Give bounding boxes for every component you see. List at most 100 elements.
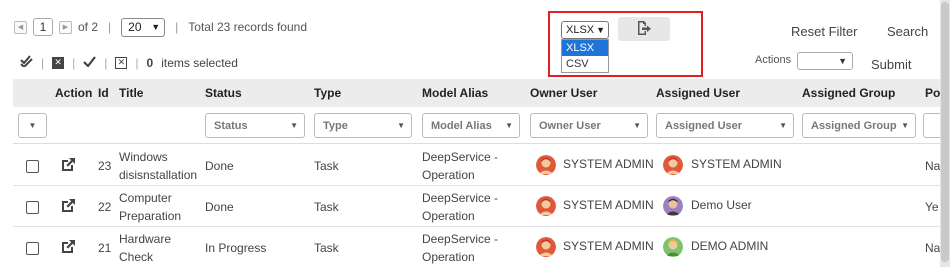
first-page-icon[interactable]: ◀ <box>14 20 27 34</box>
column-header-action[interactable]: Action <box>55 86 92 100</box>
column-header-po[interactable]: Po <box>925 86 940 100</box>
format-option-csv[interactable]: CSV <box>562 56 608 72</box>
chevron-down-icon: ▼ <box>779 121 787 130</box>
row-po: Na <box>925 241 940 255</box>
column-header-type[interactable]: Type <box>314 86 341 100</box>
status-filter[interactable]: Status ▼ <box>205 113 305 138</box>
total-records-label: Total 23 records found <box>188 20 308 34</box>
row-title-line-1: Windows <box>119 150 168 164</box>
pager: ◀ 1 ▶ of 2 | 20 ▼ | Total 23 records fou… <box>14 17 307 37</box>
row-assigned-user: SYSTEM ADMIN <box>691 157 782 171</box>
chevron-down-icon: ▼ <box>505 121 513 130</box>
row-po: Na <box>925 159 940 173</box>
submit-button[interactable]: Submit <box>871 57 911 72</box>
format-option-xlsx[interactable]: XLSX <box>562 40 608 56</box>
owner-user-filter[interactable]: Owner User ▼ <box>530 113 648 138</box>
page-size-value: 20 <box>128 20 142 34</box>
next-page-icon[interactable]: ▶ <box>59 20 72 34</box>
avatar-icon <box>536 237 556 257</box>
po-filter[interactable] <box>923 113 940 138</box>
chevron-down-icon: ▼ <box>633 121 641 130</box>
row-checkbox[interactable] <box>26 201 39 214</box>
row-model-line-1: DeepService - <box>422 150 499 164</box>
column-header-assigned-user[interactable]: Assigned User <box>656 86 740 100</box>
row-checkbox[interactable] <box>26 160 39 173</box>
assigned-user-filter[interactable]: Assigned User ▼ <box>656 113 794 138</box>
row-type: Task <box>314 241 339 255</box>
chevron-down-icon: ▼ <box>596 25 605 35</box>
actions-label: Actions <box>755 54 792 66</box>
clear-selection-icon[interactable]: ✕ <box>115 56 128 69</box>
row-status: Done <box>205 200 234 214</box>
assigned-group-filter-placeholder: Assigned Group <box>811 119 897 132</box>
row-title-line-1: Hardware <box>119 232 172 246</box>
owner-user-filter-placeholder: Owner User <box>539 119 601 132</box>
chevron-down-icon: ▼ <box>28 121 37 130</box>
avatar-icon <box>536 155 556 175</box>
row-owner-user: SYSTEM ADMIN <box>563 198 654 212</box>
export-format-value: XLSX <box>566 24 595 36</box>
divider: | <box>108 20 112 34</box>
check-icon[interactable] <box>83 55 97 70</box>
avatar-icon <box>663 237 683 257</box>
search-button[interactable]: Search <box>887 24 928 39</box>
row-assigned-user: DEMO ADMIN <box>691 239 769 253</box>
divider: | <box>41 55 45 70</box>
avatar-icon <box>663 196 683 216</box>
row-checkbox[interactable] <box>26 242 39 255</box>
external-link-icon[interactable] <box>60 157 76 173</box>
selected-label: items selected <box>161 55 238 70</box>
reset-filter-button[interactable]: Reset Filter <box>791 24 857 39</box>
export-format-select[interactable]: XLSX ▼ <box>561 21 609 39</box>
model-alias-filter[interactable]: Model Alias ▼ <box>422 113 520 138</box>
row-po: Ye <box>925 200 939 214</box>
model-alias-filter-placeholder: Model Alias <box>431 119 492 132</box>
row-title-line-1: Computer <box>119 191 172 205</box>
export-format-dropdown: XLSX CSV <box>561 39 609 73</box>
row-model-line-2: Operation <box>422 209 475 223</box>
page-number-input[interactable]: 1 <box>33 18 53 36</box>
selected-count: 0 <box>146 55 154 70</box>
divider: | <box>175 20 179 34</box>
row-model-line-1: DeepService - <box>422 191 499 205</box>
scrollbar-thumb[interactable] <box>941 2 949 262</box>
row-assigned-user: Demo User <box>691 198 752 212</box>
assigned-group-filter[interactable]: Assigned Group ▼ <box>802 113 916 138</box>
divider: | <box>72 55 76 70</box>
divider: | <box>104 55 108 70</box>
column-header-model-alias[interactable]: Model Alias <box>422 86 488 100</box>
check-all-icon[interactable] <box>20 55 33 70</box>
row-title-line-2: Check <box>119 250 154 264</box>
row-id: 21 <box>98 241 112 255</box>
export-button[interactable] <box>618 17 670 41</box>
type-filter[interactable]: Type ▼ <box>314 113 412 138</box>
assigned-user-filter-placeholder: Assigned User <box>665 119 743 132</box>
chevron-down-icon: ▼ <box>838 56 847 66</box>
column-header-owner-user[interactable]: Owner User <box>530 86 597 100</box>
external-link-icon[interactable] <box>60 198 76 214</box>
page-size-select[interactable]: 20 ▼ <box>121 17 166 37</box>
column-header-status[interactable]: Status <box>205 86 242 100</box>
external-link-icon[interactable] <box>60 239 76 255</box>
selection-toolbar: | ✕ | | ✕ | 0 items selected <box>20 55 238 70</box>
avatar-icon <box>663 155 683 175</box>
row-status: In Progress <box>205 241 267 255</box>
row-type: Task <box>314 159 339 173</box>
row-model-line-1: DeepService - <box>422 232 499 246</box>
chevron-down-icon: ▼ <box>290 121 298 130</box>
page: ◀ 1 ▶ of 2 | 20 ▼ | Total 23 records fou… <box>0 0 940 267</box>
column-header-id[interactable]: Id <box>98 86 109 100</box>
row-owner-user: SYSTEM ADMIN <box>563 157 654 171</box>
vertical-scrollbar[interactable] <box>940 0 950 267</box>
row-id: 22 <box>98 200 112 214</box>
deselect-icon[interactable]: ✕ <box>52 56 65 69</box>
chevron-down-icon: ▼ <box>901 121 909 130</box>
row-type: Task <box>314 200 339 214</box>
column-header-title[interactable]: Title <box>119 86 143 100</box>
row-select-filter[interactable]: ▼ <box>18 113 47 138</box>
chevron-down-icon: ▼ <box>397 121 405 130</box>
actions-select[interactable]: ▼ <box>797 52 853 70</box>
column-header-assigned-group[interactable]: Assigned Group <box>802 86 895 100</box>
row-title-line-2: disisnstallation <box>119 168 198 182</box>
type-filter-placeholder: Type <box>323 119 348 132</box>
